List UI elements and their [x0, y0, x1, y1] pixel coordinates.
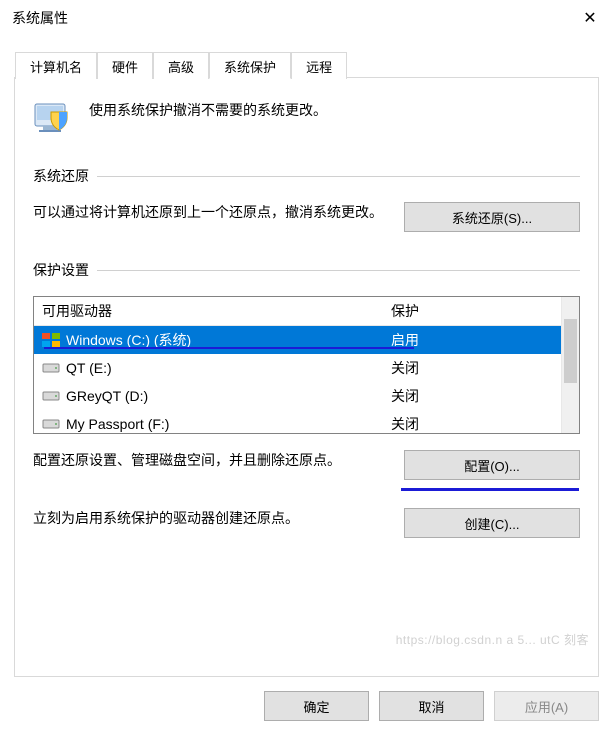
drive-name: GReyQT (D:) — [66, 388, 148, 404]
shield-icon — [33, 98, 75, 138]
drive-name-cell: My Passport (F:) — [42, 414, 391, 434]
section-restore-title: 系统还原 — [33, 166, 89, 186]
drive-protect-status: 关闭 — [391, 386, 571, 406]
tab-remote[interactable]: 远程 — [291, 52, 347, 79]
drive-name: My Passport (F:) — [66, 416, 169, 432]
create-desc: 立刻为启用系统保护的驱动器创建还原点。 — [33, 508, 388, 529]
tab-advanced[interactable]: 高级 — [153, 52, 209, 79]
divider — [97, 270, 580, 271]
tab-panel: 计算机名 硬件 高级 系统保护 远程 使用系统保护撤消不需要的系统更改。 系统还… — [14, 77, 599, 677]
hdd-icon — [42, 417, 60, 431]
close-button[interactable]: ✕ — [567, 1, 613, 35]
configure-button[interactable]: 配置(O)... — [404, 450, 580, 480]
hdd-icon — [42, 361, 60, 375]
system-restore-button[interactable]: 系统还原(S)... — [404, 202, 580, 232]
tab-system-protection[interactable]: 系统保护 — [209, 52, 291, 79]
restore-desc: 可以通过将计算机还原到上一个还原点，撤消系统更改。 — [33, 202, 388, 223]
drive-protect-status: 关闭 — [391, 414, 571, 434]
ok-button[interactable]: 确定 — [264, 691, 369, 721]
windows-drive-icon — [42, 333, 60, 347]
drive-list-header: 可用驱动器 保护 — [34, 297, 579, 326]
drive-name-cell: GReyQT (D:) — [42, 386, 391, 406]
hdd-icon — [42, 389, 60, 403]
watermark: https://blog.csdn.n a 5... utC 刻客 — [396, 631, 589, 648]
annotation-underline — [401, 488, 579, 491]
drive-protect-status: 启用 — [391, 330, 571, 350]
divider — [97, 176, 580, 177]
tab-strip: 计算机名 硬件 高级 系统保护 远程 — [15, 51, 347, 78]
drive-row[interactable]: Windows (C:) (系统)启用 — [34, 326, 579, 354]
tab-hardware[interactable]: 硬件 — [97, 52, 153, 79]
col-protect-header: 保护 — [391, 301, 571, 321]
tab-computer-name[interactable]: 计算机名 — [15, 52, 97, 79]
dialog-footer: 确定 取消 应用(A) — [0, 677, 613, 735]
scrollbar[interactable] — [561, 297, 579, 433]
titlebar: 系统属性 ✕ — [0, 0, 613, 36]
apply-button[interactable]: 应用(A) — [494, 691, 599, 721]
section-settings-title: 保护设置 — [33, 260, 89, 280]
col-drive-header: 可用驱动器 — [42, 301, 391, 321]
drive-row[interactable]: My Passport (F:) 关闭 — [34, 410, 579, 434]
create-button[interactable]: 创建(C)... — [404, 508, 580, 538]
drive-list[interactable]: 可用驱动器 保护 Windows (C:) (系统)启用QT (E:)关闭GRe… — [33, 296, 580, 434]
scrollbar-thumb[interactable] — [564, 319, 577, 383]
drive-name-cell: QT (E:) — [42, 358, 391, 378]
configure-desc: 配置还原设置、管理磁盘空间，并且删除还原点。 — [33, 450, 388, 471]
drive-row[interactable]: GReyQT (D:) 关闭 — [34, 382, 579, 410]
intro-text: 使用系统保护撤消不需要的系统更改。 — [89, 98, 327, 120]
cancel-button[interactable]: 取消 — [379, 691, 484, 721]
drive-protect-status: 关闭 — [391, 358, 571, 378]
annotation-underline — [44, 347, 414, 349]
drive-name: QT (E:) — [66, 360, 112, 376]
drive-row[interactable]: QT (E:) 关闭 — [34, 354, 579, 382]
close-icon: ✕ — [583, 8, 596, 28]
window-title: 系统属性 — [12, 8, 68, 28]
